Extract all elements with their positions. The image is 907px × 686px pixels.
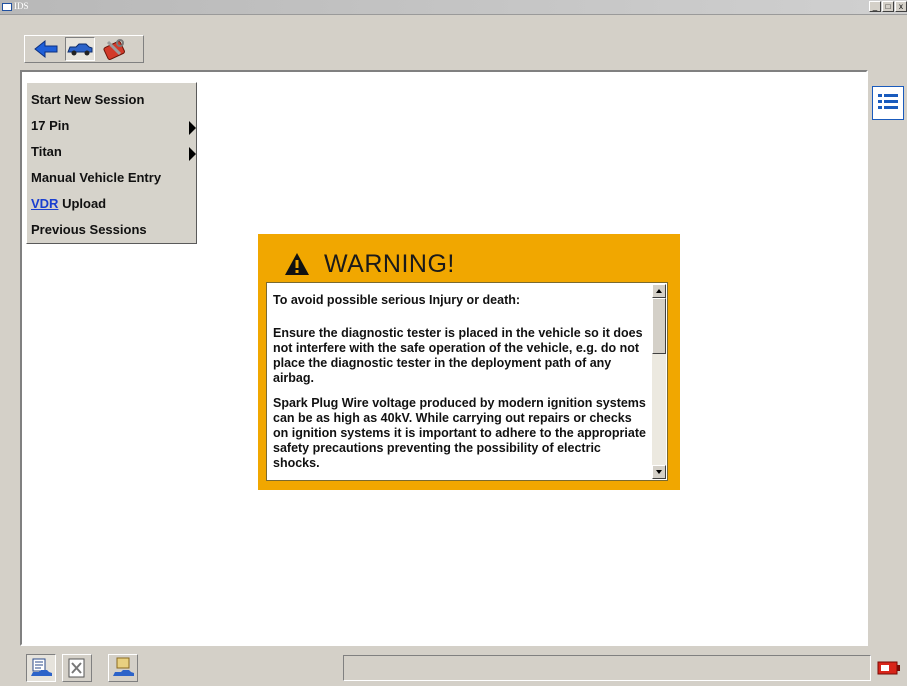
toolbox-icon [103, 39, 125, 60]
scroll-thumb[interactable] [652, 298, 666, 354]
session-tab-button[interactable] [26, 654, 56, 682]
menu-item-label: Upload [58, 196, 107, 211]
scroll-down-button[interactable] [652, 465, 666, 479]
toolbar-tab-group [24, 35, 144, 63]
back-button[interactable] [31, 37, 61, 61]
menu-item-titan[interactable]: Titan [27, 141, 196, 167]
vehicle-upload-icon [113, 657, 134, 676]
close-button[interactable]: x [895, 1, 907, 12]
minimize-button[interactable]: _ [869, 1, 881, 12]
list-icon [878, 94, 898, 109]
warning-triangle-icon [285, 253, 309, 275]
app-icon [2, 3, 12, 11]
vehicle-icon [67, 43, 93, 56]
submenu-arrow-icon [189, 121, 196, 135]
warning-paragraph: To avoid possible serious Injury or deat… [273, 293, 521, 307]
menu-item-label: Previous Sessions [31, 222, 147, 237]
menu-item-label: Titan [31, 144, 62, 159]
battery-icon [877, 661, 901, 675]
back-arrow-icon [34, 39, 58, 59]
window-controls: _ □ x [869, 1, 907, 13]
menu-item-label: Manual Vehicle Entry [31, 170, 162, 185]
menu-item-start-new-session[interactable]: Start New Session [27, 89, 196, 115]
window-title: IDS [14, 1, 29, 11]
status-field [343, 655, 871, 681]
menu-item-vdr-upload[interactable]: VDR Upload [27, 193, 196, 219]
warning-header: WARNING! [284, 244, 455, 284]
warning-paragraph: Ensure the diagnostic tester is placed i… [273, 326, 643, 385]
right-strip [868, 70, 907, 646]
maximize-button[interactable]: □ [882, 1, 894, 12]
submenu-arrow-icon [189, 147, 196, 161]
warning-text-box[interactable]: To avoid possible serious Injury or deat… [266, 282, 668, 481]
warning-title: WARNING! [324, 249, 455, 278]
scroll-up-button[interactable] [652, 284, 666, 298]
menu-item-label: Start New Session [31, 92, 145, 107]
vehicle-upload-button[interactable] [108, 654, 138, 682]
toolbar [0, 15, 907, 69]
session-menu: Start New Session 17 Pin Titan Manual Ve… [26, 82, 197, 244]
toolbox-document-icon [68, 658, 85, 678]
scroll-up-icon [656, 289, 662, 293]
vdr-link[interactable]: VDR [31, 196, 58, 211]
bottom-bar [0, 646, 907, 686]
session-vehicle-icon [31, 658, 52, 676]
toolbox-tab-button[interactable] [99, 37, 129, 61]
menu-item-previous-sessions[interactable]: Previous Sessions [27, 219, 196, 245]
menu-item-manual-vehicle-entry[interactable]: Manual Vehicle Entry [27, 167, 196, 193]
scroll-down-icon [656, 470, 662, 474]
warning-text: To avoid possible serious Injury or deat… [273, 293, 647, 480]
warning-dialog: WARNING! To avoid possible serious Injur… [258, 234, 680, 490]
title-bar: IDS _ □ x [0, 0, 907, 15]
toolbox-document-button[interactable] [62, 654, 92, 682]
menu-item-label: 17 Pin [31, 118, 70, 133]
warning-paragraph: Spark Plug Wire voltage produced by mode… [273, 396, 646, 470]
list-view-button[interactable] [872, 86, 904, 120]
vehicle-tab-button[interactable] [65, 37, 95, 61]
menu-item-17-pin[interactable]: 17 Pin [27, 115, 196, 141]
warning-scrollbar[interactable] [652, 284, 666, 479]
